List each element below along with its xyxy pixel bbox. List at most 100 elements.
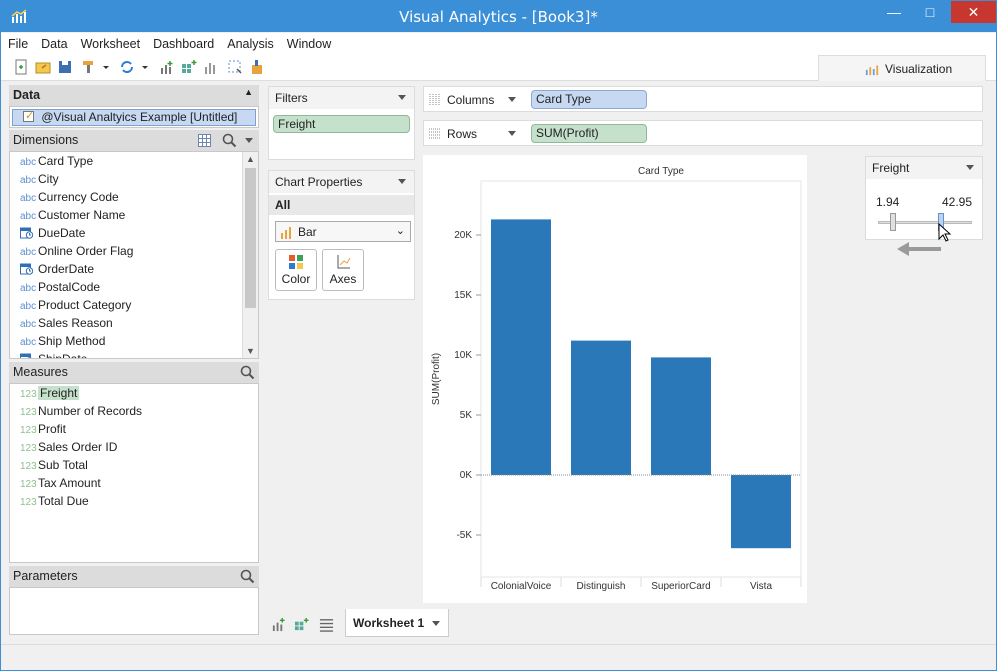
maximize-button[interactable]: □ xyxy=(916,1,944,23)
dimensions-scrollbar[interactable]: ▲ ▼ xyxy=(242,152,258,358)
rows-pill-sum-profit[interactable]: SUM(Profit) xyxy=(531,124,647,143)
refresh-icon[interactable] xyxy=(119,59,135,75)
bar-colonialvoice[interactable] xyxy=(491,219,551,475)
date-field-icon xyxy=(20,227,33,239)
menu-data[interactable]: Data xyxy=(34,33,73,51)
sort-arrows-icon[interactable]: ▲ xyxy=(244,87,253,97)
dimensions-header: Dimensions xyxy=(9,130,259,151)
chart-options-icon[interactable] xyxy=(203,59,219,75)
dropdown-arrow-icon[interactable] xyxy=(102,59,110,75)
y-tick-label: -5K xyxy=(456,530,472,541)
x-tick-label: Vista xyxy=(750,581,772,592)
dimension-item[interactable]: abc Currency Code xyxy=(10,188,258,206)
paint-brush-icon[interactable] xyxy=(81,59,97,75)
scroll-up-icon[interactable]: ▲ xyxy=(246,154,255,164)
chart-properties-card: Chart Properties All Bar ⌄ Color Axes xyxy=(268,170,415,300)
freight-filter-caret[interactable] xyxy=(966,165,974,170)
dimension-item[interactable]: DueDate xyxy=(10,224,258,242)
filter-pill-freight[interactable]: Freight xyxy=(273,115,410,133)
menu-analysis[interactable]: Analysis xyxy=(220,33,280,51)
checkbox-icon[interactable]: ✓ xyxy=(23,110,34,122)
search-icon[interactable] xyxy=(222,133,237,148)
columns-menu-caret[interactable] xyxy=(508,97,516,102)
dimension-item[interactable]: ShipDate xyxy=(10,350,258,358)
bar-distinguish[interactable] xyxy=(571,340,631,475)
freight-min-handle[interactable] xyxy=(890,213,896,231)
table-view-icon[interactable] xyxy=(198,134,211,147)
freight-min-value: 1.94 xyxy=(876,195,900,209)
x-tick-label: Distinguish xyxy=(577,581,626,592)
close-button[interactable]: ✕ xyxy=(951,1,996,23)
save-icon[interactable] xyxy=(57,59,73,75)
menu-window[interactable]: Window xyxy=(280,33,337,51)
measures-list: 123 Freight 123Number of Records 123Profit 1… xyxy=(9,383,259,563)
rows-menu-caret[interactable] xyxy=(508,131,516,136)
scroll-down-icon[interactable]: ▼ xyxy=(246,346,255,356)
minimize-button[interactable]: — xyxy=(880,1,908,23)
export-icon[interactable] xyxy=(249,59,265,75)
data-source-item[interactable]: ✓ @Visual Analtyics Example [Untitled] xyxy=(12,109,256,126)
chart-type-select[interactable]: Bar ⌄ xyxy=(275,221,411,242)
measure-item[interactable]: 123Sales Order ID xyxy=(10,438,258,456)
columns-label: Columns xyxy=(447,93,495,107)
dimension-item[interactable]: OrderDate xyxy=(10,260,258,278)
axes-button[interactable]: Axes xyxy=(322,249,364,291)
bar-superiorcard[interactable] xyxy=(651,357,711,475)
parameters-title: Parameters xyxy=(13,569,78,583)
dropdown-arrow-icon-2[interactable] xyxy=(141,59,149,75)
scrollbar-thumb[interactable] xyxy=(245,168,256,308)
measure-item-label: Sales Order ID xyxy=(38,440,118,454)
x-tick-label: SuperiorCard xyxy=(651,581,710,592)
dimension-item[interactable]: abc Customer Name xyxy=(10,206,258,224)
all-marks-section[interactable]: All xyxy=(269,195,414,215)
worksheet-tab[interactable]: Worksheet 1 xyxy=(345,609,449,637)
rows-shelf: Rows SUM(Profit) xyxy=(423,120,983,146)
new-file-icon[interactable] xyxy=(13,59,29,75)
dimension-item-label: OrderDate xyxy=(38,262,95,276)
lasso-select-icon[interactable] xyxy=(227,59,243,75)
menu-dashboard[interactable]: Dashboard xyxy=(146,33,220,51)
chart-properties-menu-caret[interactable] xyxy=(398,179,406,184)
color-button-label: Color xyxy=(281,272,311,286)
color-button[interactable]: Color xyxy=(275,249,317,291)
dimension-item[interactable]: abc Sales Reason xyxy=(10,314,258,332)
add-chart-icon[interactable] xyxy=(159,59,175,75)
columns-pill-card-type[interactable]: Card Type xyxy=(531,90,647,109)
menu-worksheet[interactable]: Worksheet xyxy=(74,33,147,51)
measure-item[interactable]: 123Number of Records xyxy=(10,402,258,420)
measure-item[interactable]: 123Total Due xyxy=(10,492,258,510)
dimension-item[interactable]: abc Product Category xyxy=(10,296,258,314)
add-dashboard-icon[interactable] xyxy=(181,59,197,75)
dimension-item[interactable]: abc Ship Method xyxy=(10,332,258,350)
measure-item[interactable]: 123Sub Total xyxy=(10,456,258,474)
new-worksheet-icon[interactable] xyxy=(271,617,286,632)
measure-item[interactable]: 123 Freight xyxy=(10,384,258,402)
menu-file[interactable]: File xyxy=(1,33,34,51)
dimension-item[interactable]: abc Card Type xyxy=(10,152,258,170)
chart-type-value: Bar xyxy=(298,225,317,239)
parameters-header: Parameters xyxy=(9,566,259,587)
list-menu-icon[interactable] xyxy=(319,617,334,632)
filters-menu-caret[interactable] xyxy=(398,95,406,100)
dimension-item-label: Sales Reason xyxy=(38,316,113,330)
filters-card: Filters Freight xyxy=(268,86,415,160)
dimension-item[interactable]: abc PostalCode xyxy=(10,278,258,296)
measure-item[interactable]: 123Tax Amount xyxy=(10,474,258,492)
worksheet-tab-caret[interactable] xyxy=(432,621,440,626)
window-title: Visual Analytics - [Book3]* xyxy=(399,8,598,26)
new-dashboard-icon[interactable] xyxy=(294,617,309,632)
y-tick-label: 10K xyxy=(454,350,472,361)
x-tick-label: ColonialVoice xyxy=(491,581,552,592)
dimension-item[interactable]: abc City xyxy=(10,170,258,188)
y-tick-label: 20K xyxy=(454,230,472,241)
numeric-type-icon: 123 xyxy=(20,497,37,508)
dimensions-menu-caret[interactable] xyxy=(245,138,253,143)
visualization-tab[interactable]: Visualization xyxy=(818,55,986,81)
dimension-item[interactable]: abc Online Order Flag xyxy=(10,242,258,260)
search-icon-measures[interactable] xyxy=(240,365,255,380)
bar-vista[interactable] xyxy=(731,475,791,549)
search-icon-parameters[interactable] xyxy=(240,569,255,584)
measure-item[interactable]: 123Profit xyxy=(10,420,258,438)
bar-chart: Card Type SUM(Profit) -5K 0K 5K 10K 15K 20K Colo… xyxy=(431,166,802,592)
open-folder-icon[interactable] xyxy=(35,59,51,75)
